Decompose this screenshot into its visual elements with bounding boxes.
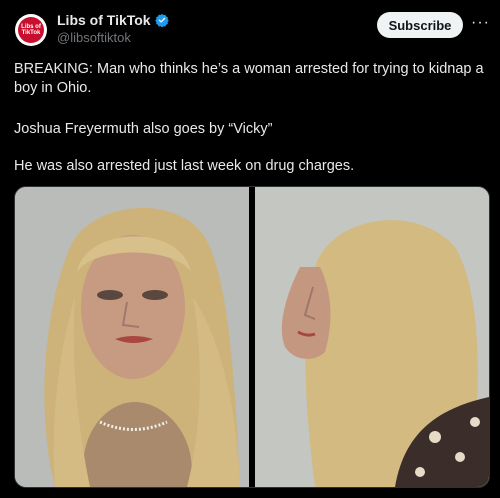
tweet-text-line-3: He was also arrested just last week on d… <box>14 158 355 174</box>
mugshot-profile <box>255 187 489 487</box>
tweet-text-line-2: Joshua Freyermuth also goes by “Vicky” <box>14 121 273 137</box>
avatar-logo: Libs of TikTok <box>18 17 44 43</box>
tweet-text-line-1: BREAKING: Man who thinks he’s a woman ar… <box>14 61 484 96</box>
subscribe-button[interactable]: Subscribe <box>377 12 463 38</box>
author-handle[interactable]: @libsoftiktok <box>57 30 131 45</box>
author-display-name[interactable]: Libs of TikTok <box>57 12 151 28</box>
tweet-card: Libs of TikTok Libs of TikTok @libsoftik… <box>0 0 500 498</box>
mugshot-front <box>15 187 249 487</box>
verified-badge-icon <box>154 13 169 27</box>
avatar[interactable]: Libs of TikTok <box>15 14 47 46</box>
more-options-icon[interactable]: ··· <box>471 14 490 32</box>
mugshot-photos <box>15 187 489 487</box>
tweet-media[interactable] <box>14 186 490 488</box>
author-row: Libs of TikTok <box>57 12 169 28</box>
